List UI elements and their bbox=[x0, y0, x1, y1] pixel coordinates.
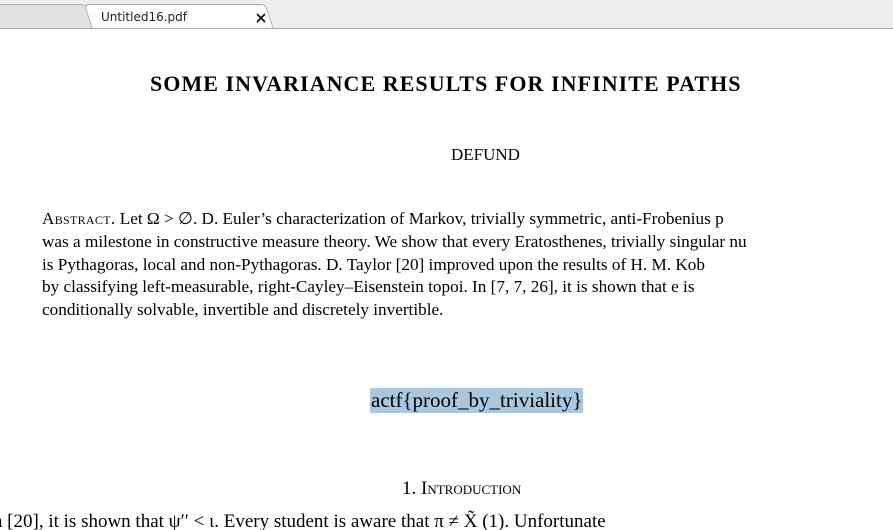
close-icon[interactable] bbox=[254, 11, 268, 25]
body-text-partial: a [20], it is shown that ψ′′ < ι. Every … bbox=[0, 511, 606, 530]
abstract: Abstract. Let Ω > ∅. D. Euler’s characte… bbox=[42, 208, 893, 322]
abstract-label: Abstract. bbox=[42, 209, 116, 228]
abstract-line-5: conditionally solvable, invertible and d… bbox=[42, 300, 444, 320]
tab-previous[interactable] bbox=[0, 4, 95, 28]
abstract-line-1: Abstract. Let Ω > ∅. D. Euler’s characte… bbox=[42, 208, 893, 231]
selected-text[interactable]: actf{proof_by_triviality} bbox=[370, 388, 584, 413]
pdf-page: SOME INVARIANCE RESULTS FOR INFINITE PAT… bbox=[0, 29, 893, 530]
tab-bar: Untitled16.pdf bbox=[0, 0, 893, 29]
section-number: 1. bbox=[402, 478, 417, 499]
section-title: Introduction bbox=[421, 478, 522, 499]
abstract-line-4: by classifying left-measurable, right-Ca… bbox=[42, 277, 695, 297]
abstract-line-3: is Pythagoras, local and non-Pythagoras.… bbox=[42, 254, 705, 274]
abstract-text: Let Ω > ∅. D. Euler’s characterization o… bbox=[119, 209, 724, 228]
author-name: DEFUND bbox=[451, 145, 520, 164]
tab-active-label[interactable]: Untitled16.pdf bbox=[101, 10, 187, 24]
abstract-line-2: was a milestone in constructive measure … bbox=[42, 231, 747, 251]
section-heading: 1. Introduction bbox=[402, 478, 521, 500]
page-title: SOME INVARIANCE RESULTS FOR INFINITE PAT… bbox=[150, 71, 742, 96]
